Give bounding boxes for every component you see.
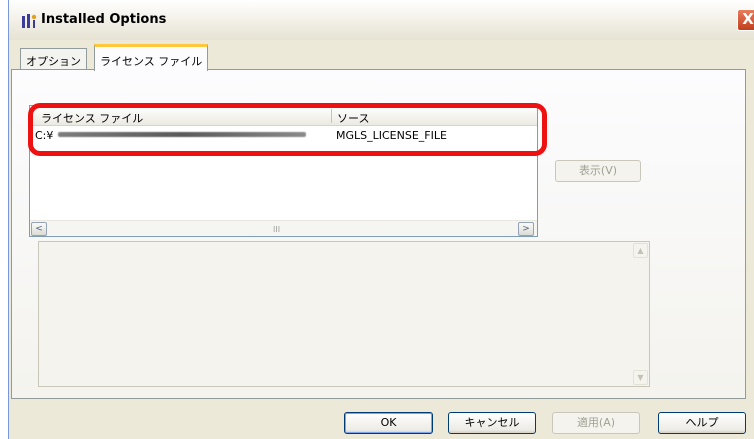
view-button[interactable]: 表示(V): [555, 160, 641, 182]
horizontal-scrollbar[interactable]: < III >: [30, 220, 537, 236]
help-button[interactable]: ヘルプ: [658, 412, 746, 434]
tab-options[interactable]: オプション: [20, 48, 87, 70]
scroll-up-icon[interactable]: ▲: [633, 243, 648, 258]
tab-license-file[interactable]: ライセンス ファイル: [94, 44, 209, 71]
scroll-grip-icon[interactable]: III: [273, 225, 280, 234]
scroll-right-icon[interactable]: >: [518, 222, 534, 236]
details-text-area[interactable]: ▲ ▼: [38, 241, 650, 387]
red-highlight-annotation: [28, 103, 547, 156]
scroll-down-icon[interactable]: ▼: [633, 370, 648, 385]
cancel-button[interactable]: キャンセル: [448, 412, 536, 434]
apply-button[interactable]: 適用(A): [552, 412, 640, 434]
scroll-left-icon[interactable]: <: [31, 222, 47, 236]
vertical-scrollbar[interactable]: ▲ ▼: [632, 242, 649, 386]
close-button[interactable]: X: [737, 9, 754, 31]
ok-button[interactable]: OK: [344, 412, 433, 434]
window-title: Installed Options: [41, 12, 167, 27]
app-icon: [22, 14, 37, 28]
title-bar[interactable]: Installed Options X: [9, 0, 754, 40]
close-icon: X: [742, 10, 754, 28]
